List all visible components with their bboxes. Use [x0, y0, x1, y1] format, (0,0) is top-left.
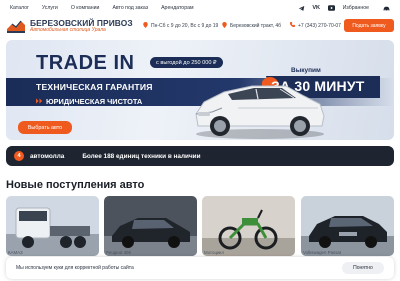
card-sub-text: Peugeot 408 — [106, 250, 131, 255]
hero-line-legal-text: ЮРИДИЧЕСКАЯ ЧИСТОТА — [46, 97, 143, 106]
cookie-accept-button[interactable]: Понятно — [342, 262, 384, 274]
hours-info: Пн-Сб с 9 до 20, Вс с 9 до 19 — [143, 22, 218, 30]
card-sub-text: КАМАЗ — [8, 250, 23, 255]
cookie-text: Мы используем куки для корректной работы… — [16, 265, 134, 271]
nav-link-tenants[interactable]: Арендаторам — [161, 5, 193, 11]
address-pin-icon — [222, 22, 227, 30]
vehicle-card-vw[interactable]: Volkswagen Passat — [301, 196, 394, 256]
card-sub-text: Мотоцикл — [204, 250, 224, 255]
mall-count-badge: 4 — [14, 151, 24, 161]
nav-link-about[interactable]: О компании — [71, 5, 100, 11]
vehicle-card-truck[interactable]: КАМАЗ — [6, 196, 99, 256]
address-text: Березовский тракт, 4б — [230, 23, 282, 29]
cookie-banner: Мы используем куки для корректной работы… — [6, 257, 394, 279]
logo-mark-icon — [7, 20, 25, 33]
phone-text: +7 (343) 270-70-07 — [298, 22, 341, 29]
truck-photo — [6, 196, 99, 256]
vk-icon[interactable]: VK — [312, 5, 320, 12]
top-nav: Каталог Услуги О компании Авто под заказ… — [0, 0, 400, 16]
car-icon[interactable] — [383, 5, 390, 12]
address-info[interactable]: Березовский тракт, 4б — [222, 22, 281, 30]
submit-request-button[interactable]: Подать заявку — [344, 19, 394, 32]
brand-name: БЕРЕЗОВСКИЙ ПРИВОЗ — [30, 18, 133, 28]
header: БЕРЕЗОВСКИЙ ПРИВОЗ Автомобильная столица… — [0, 16, 400, 36]
card-sub-text: Volkswagen Passat — [303, 250, 342, 255]
hero-title: TRADE IN — [36, 52, 135, 74]
new-arrivals-list: КАМАЗ Peugeot 408 Мотоцикл Volkswagen Pa… — [6, 196, 394, 256]
sedan-photo — [104, 196, 197, 256]
hero-line-legal: ЮРИДИЧЕСКАЯ ЧИСТОТА — [36, 97, 142, 106]
youtube-icon[interactable] — [327, 5, 335, 12]
hero-bonus-badge: с выгодой до 250 000 ₽ — [150, 57, 223, 68]
location-pin-icon — [143, 22, 148, 30]
section-title: Новые поступления авто — [6, 179, 145, 191]
info-bar: 4 автомолла Более 188 единиц техники в н… — [6, 146, 394, 166]
nav-link-catalog[interactable]: Каталог — [10, 5, 29, 11]
nav-link-order[interactable]: Авто под заказ — [112, 5, 148, 11]
phone-icon — [290, 22, 295, 29]
hero-banner[interactable]: TRADE IN с выгодой до 250 000 ₽ ТЕХНИЧЕС… — [6, 40, 394, 140]
suv-car-image — [195, 85, 325, 139]
logo[interactable]: БЕРЕЗОВСКИЙ ПРИВОЗ Автомобильная столица… — [6, 18, 133, 34]
vehicle-card-moto[interactable]: Мотоцикл — [202, 196, 295, 256]
nav-link-services[interactable]: Услуги — [42, 5, 58, 11]
vw-photo — [301, 196, 394, 256]
telegram-icon[interactable] — [298, 5, 305, 12]
mall-count-label: автомолла — [30, 152, 65, 160]
favorites-link[interactable]: Избранное — [343, 5, 369, 11]
vehicle-card-sedan[interactable]: Peugeot 408 — [104, 196, 197, 256]
hero-line-warranty: ТЕХНИЧЕСКАЯ ГАРАНТИЯ — [36, 82, 153, 92]
choose-car-button[interactable]: Выбрать авто — [18, 121, 72, 134]
double-chevron-icon — [36, 97, 43, 106]
moto-photo — [202, 196, 295, 256]
nav-links: Каталог Услуги О компании Авто под заказ… — [10, 5, 194, 11]
phone-info[interactable]: +7 (343) 270-70-07 — [290, 22, 341, 29]
hours-text: Пн-Сб с 9 до 20, Вс с 9 до 19 — [151, 23, 219, 29]
inventory-text: Более 188 единиц техники в наличии — [82, 152, 201, 160]
